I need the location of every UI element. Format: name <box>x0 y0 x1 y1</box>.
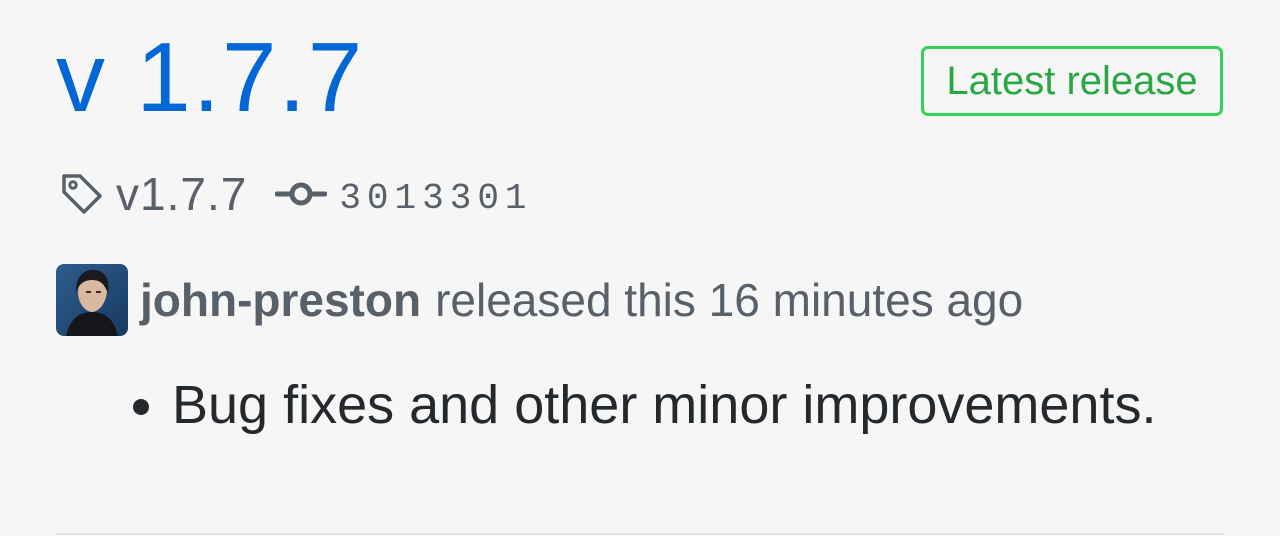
release-title-link[interactable]: v 1.7.7 <box>56 28 364 126</box>
tag-link[interactable]: v1.7.7 <box>116 167 247 221</box>
commit-sha-link[interactable]: 3013301 <box>339 178 532 219</box>
git-commit-icon <box>274 180 328 208</box>
release-meta: v1.7.7 3013301 <box>58 166 533 222</box>
tag-icon <box>58 170 106 218</box>
section-divider <box>56 533 1224 535</box>
author-name-link[interactable]: john-preston <box>140 273 421 327</box>
release-notes: Bug fixes and other minor improvements. <box>120 372 1156 438</box>
release-time-text: released this 16 minutes ago <box>435 274 1024 326</box>
author-avatar[interactable] <box>56 264 128 336</box>
latest-release-badge: Latest release <box>921 46 1223 116</box>
release-note-item: Bug fixes and other minor improvements. <box>172 372 1156 438</box>
release-author-row: john-preston released this 16 minutes ag… <box>56 264 1023 336</box>
